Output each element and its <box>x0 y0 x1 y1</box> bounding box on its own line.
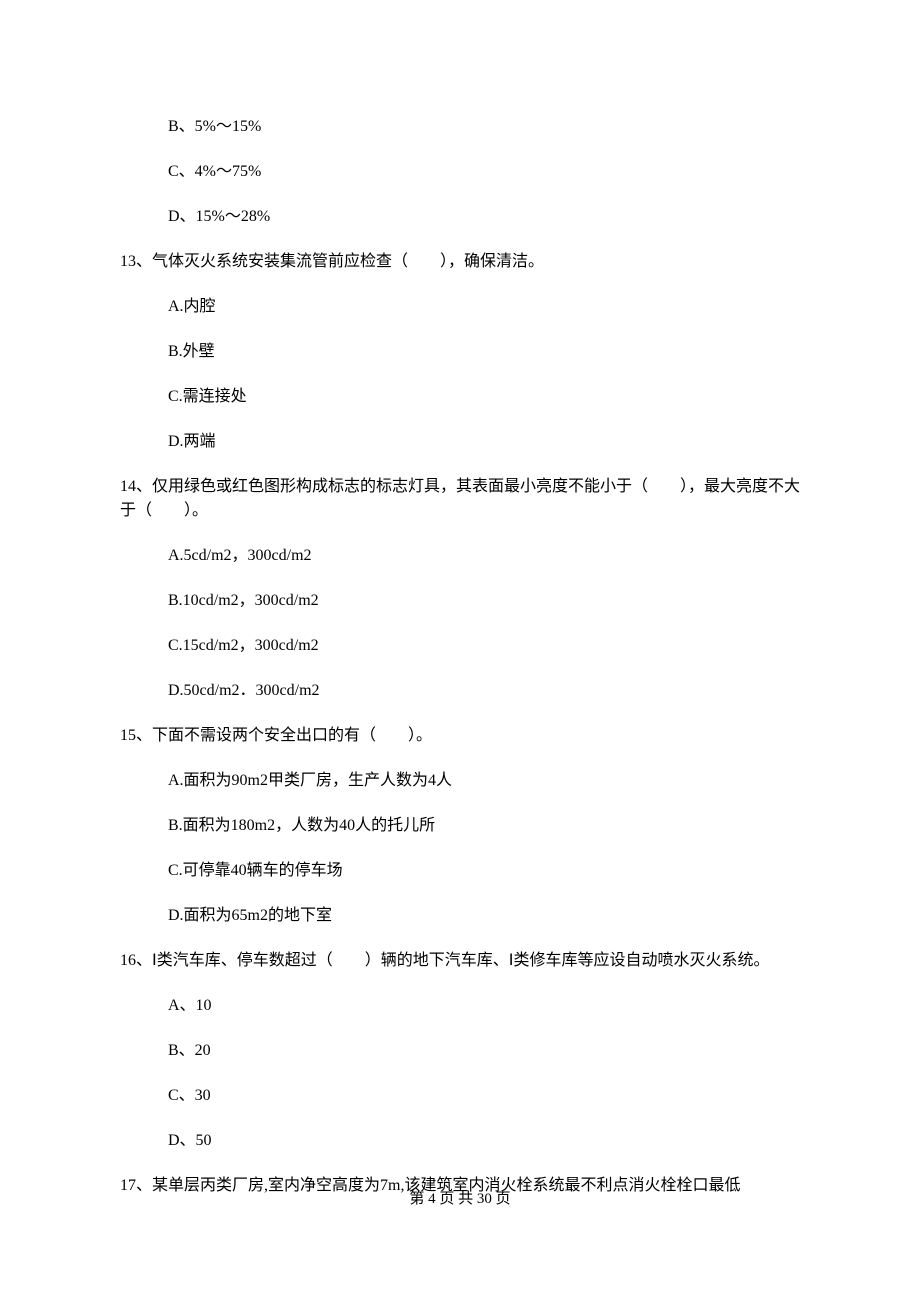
q14-stem: 14、仅用绿色或红色图形构成标志的标志灯具，其表面最小亮度不能小于（ ），最大亮… <box>120 475 800 523</box>
q14-option-a: A.5cd/m2，300cd/m2 <box>120 544 800 568</box>
q14-option-b: B.10cd/m2，300cd/m2 <box>120 589 800 613</box>
q16-option-d: D、50 <box>120 1129 800 1153</box>
q16-option-b: B、20 <box>120 1039 800 1063</box>
q14-option-c: C.15cd/m2，300cd/m2 <box>120 634 800 658</box>
q16-option-c: C、30 <box>120 1084 800 1108</box>
q13-option-b: B.外壁 <box>120 340 800 364</box>
q15-option-a: A.面积为90m2甲类厂房，生产人数为4人 <box>120 769 800 793</box>
q14-option-d: D.50cd/m2．300cd/m2 <box>120 679 800 703</box>
q12-option-b: B、5%～15% <box>120 115 800 139</box>
q12-option-d: D、15%～28% <box>120 205 800 229</box>
q13-option-d: D.两端 <box>120 430 800 454</box>
q16-option-a: A、10 <box>120 994 800 1018</box>
q13-option-c: C.需连接处 <box>120 385 800 409</box>
page-footer: 第 4 页 共 30 页 <box>0 1188 920 1211</box>
q15-option-b: B.面积为180m2，人数为40人的托儿所 <box>120 814 800 838</box>
q13-stem: 13、气体灭火系统安装集流管前应检查（ ），确保清洁。 <box>120 250 800 274</box>
q13-option-a: A.内腔 <box>120 295 800 319</box>
q16-stem: 16、Ⅰ类汽车库、停车数超过（ ）辆的地下汽车库、Ⅰ类修车库等应设自动喷水灭火系… <box>120 949 800 973</box>
q15-stem: 15、下面不需设两个安全出口的有（ ）。 <box>120 724 800 748</box>
q15-option-c: C.可停靠40辆车的停车场 <box>120 859 800 883</box>
q12-option-c: C、4%～75% <box>120 160 800 184</box>
q15-option-d: D.面积为65m2的地下室 <box>120 904 800 928</box>
